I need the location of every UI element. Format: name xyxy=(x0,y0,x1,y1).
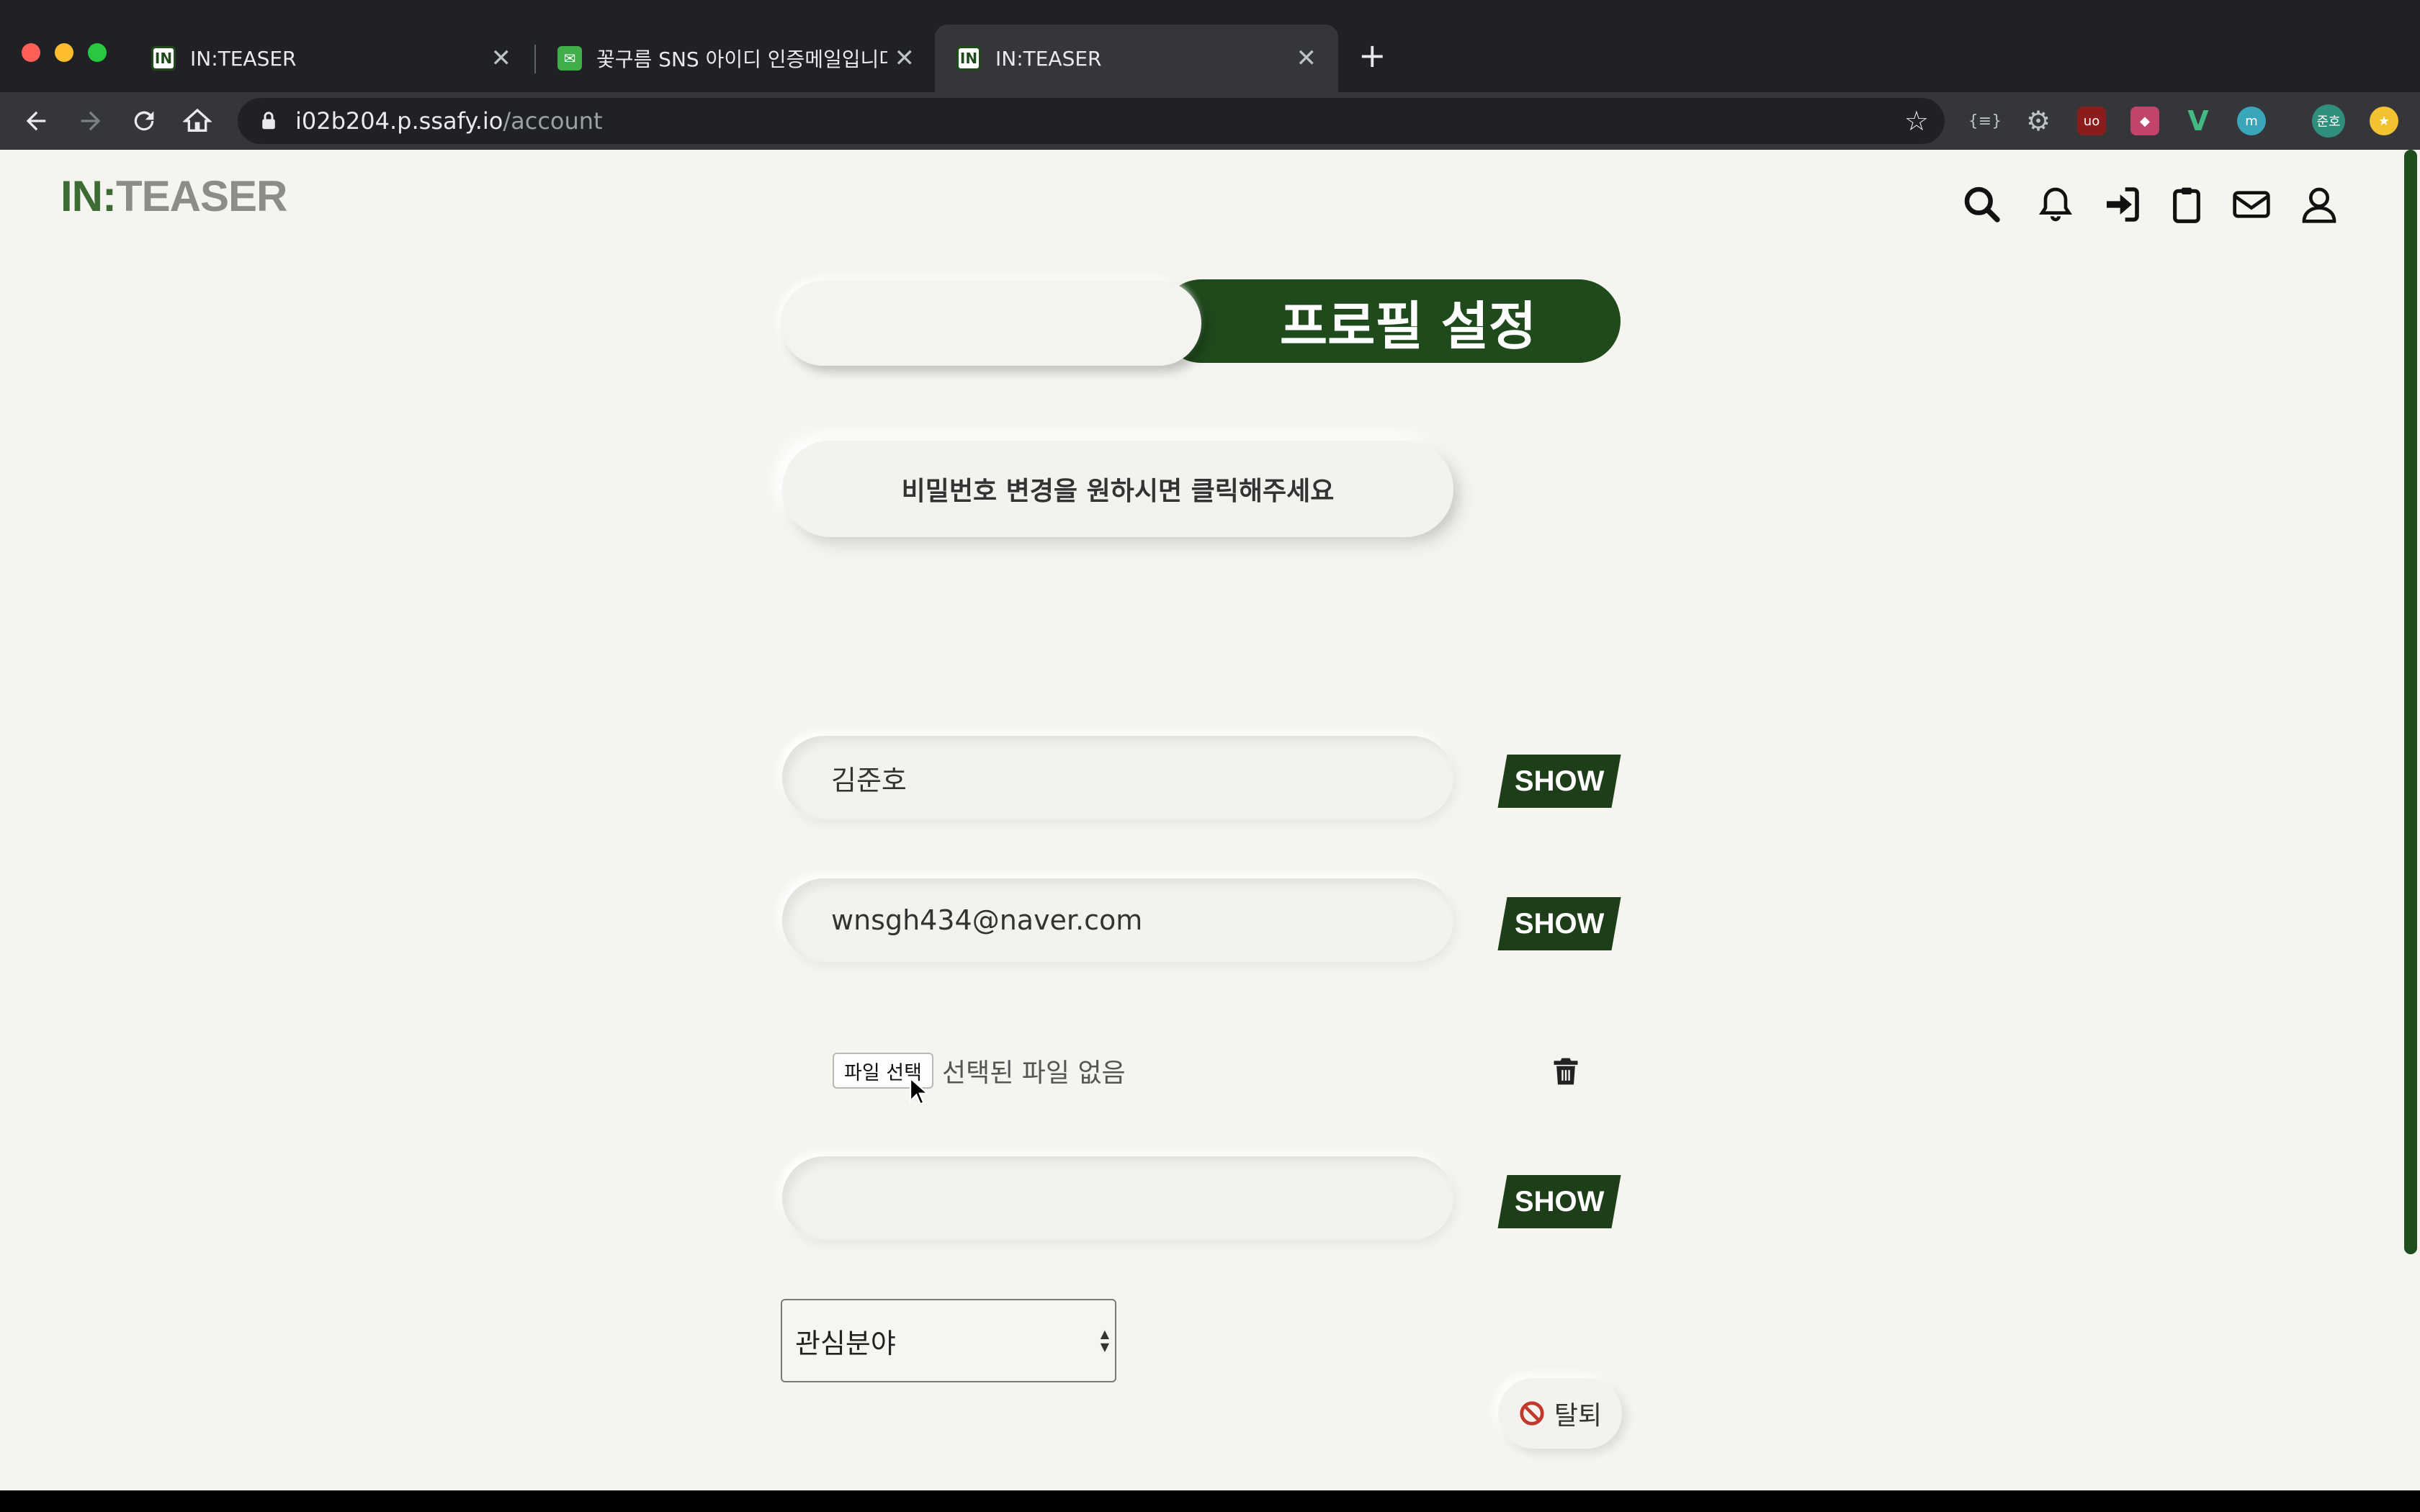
tab-title: IN:TEASER xyxy=(995,46,1102,71)
show-label: SHOW xyxy=(1514,907,1605,940)
bookmark-star-icon[interactable]: ☆ xyxy=(1904,105,1929,137)
ublock-icon[interactable]: uo xyxy=(2077,107,2106,135)
email-value: wnsgh434@naver.com xyxy=(831,904,1143,936)
logo-colon: : xyxy=(102,172,117,220)
select-arrows-icon: ▲ ▼ xyxy=(1100,1327,1109,1354)
page-scrollbar[interactable] xyxy=(2400,150,2420,1490)
home-button[interactable] xyxy=(176,99,219,143)
minimize-window-button[interactable] xyxy=(55,43,73,62)
name-value: 김준호 xyxy=(831,764,907,796)
show-label: SHOW xyxy=(1514,765,1605,797)
logo-in-text: IN xyxy=(60,172,103,220)
interest-select-value: 관심분야 xyxy=(795,1327,896,1359)
in-teaser-logo-icon: IN xyxy=(151,46,176,71)
page-title: 프로필 설정 xyxy=(1279,295,1537,356)
vue-devtools-icon[interactable]: V xyxy=(2184,105,2213,137)
browser-tab-3-active[interactable]: IN IN:TEASER ✕ xyxy=(935,24,1338,92)
browser-tab-bar: IN IN:TEASER ✕ ✉ 꽃구름 SNS 아이디 인증메일입니다. ✕ … xyxy=(0,0,2420,92)
forward-button[interactable] xyxy=(69,99,112,143)
home-icon xyxy=(183,108,212,132)
profile-image-file-input: 파일 선택 선택된 파일 없음 xyxy=(833,1053,1126,1089)
withdraw-label: 탈퇴 xyxy=(1554,1401,1603,1431)
tab-title: IN:TEASER xyxy=(190,46,297,71)
name-field[interactable]: 김준호 xyxy=(782,736,1453,819)
ban-icon xyxy=(1520,1401,1544,1426)
show-extra-button[interactable]: SHOW xyxy=(1497,1175,1621,1228)
gear-icon[interactable]: ⚙ xyxy=(2024,105,2053,137)
reload-icon xyxy=(134,111,154,131)
url-host: i02b204.p.ssafy.io xyxy=(295,107,503,135)
extension-cube-icon[interactable]: ◆ xyxy=(2130,107,2159,135)
show-email-button[interactable]: SHOW xyxy=(1497,897,1621,950)
user-icon[interactable] xyxy=(2293,179,2345,230)
reload-button[interactable] xyxy=(122,99,166,143)
bell-icon[interactable] xyxy=(2030,179,2081,230)
logo-teaser-text: TEASER xyxy=(115,172,287,220)
mail-icon: ✉ xyxy=(557,46,582,71)
extension-icon-1[interactable]: {≡} xyxy=(1968,107,2002,135)
url-text: i02b204.p.ssafy.io/account xyxy=(295,107,603,135)
profile-avatar[interactable]: 준호 xyxy=(2312,104,2345,138)
address-bar[interactable]: i02b204.p.ssafy.io/account ☆ xyxy=(238,98,1945,144)
interest-select[interactable]: 관심분야 ▲ ▼ xyxy=(781,1299,1116,1382)
search-icon[interactable] xyxy=(1956,179,2008,230)
banner-toggle-pill[interactable] xyxy=(781,281,1201,366)
in-teaser-logo-icon: IN xyxy=(956,46,981,71)
file-status-text: 선택된 파일 없음 xyxy=(941,1058,1126,1088)
sign-in-icon[interactable] xyxy=(2096,179,2148,230)
tab-title: 꽃구름 SNS 아이디 인증메일입니다. xyxy=(596,48,887,71)
show-name-button[interactable]: SHOW xyxy=(1497,755,1621,808)
extension-yellow-icon[interactable]: ★ xyxy=(2370,107,2398,135)
mouse-cursor-icon xyxy=(910,1077,928,1105)
extension-circle-icon[interactable]: m xyxy=(2237,107,2266,135)
maximize-window-button[interactable] xyxy=(88,43,107,62)
change-password-button[interactable]: 비밀번호 변경을 원하시면 클릭해주세요 xyxy=(782,441,1453,537)
lock-icon xyxy=(262,112,275,130)
scrollbar-thumb[interactable] xyxy=(2404,150,2417,1254)
close-window-button[interactable] xyxy=(22,43,40,62)
email-field[interactable]: wnsgh434@naver.com xyxy=(782,878,1453,962)
browser-toolbar: i02b204.p.ssafy.io/account ☆ {≡} ⚙ uo ◆ … xyxy=(0,92,2420,150)
arrow-left-icon xyxy=(26,111,46,131)
close-tab-icon[interactable]: ✕ xyxy=(1296,44,1317,73)
show-label: SHOW xyxy=(1514,1185,1605,1218)
extra-info-field[interactable] xyxy=(782,1156,1453,1240)
browser-tab-1[interactable]: IN IN:TEASER ✕ xyxy=(130,24,533,92)
profile-settings-banner: 프로필 설정 xyxy=(778,279,1621,367)
trash-icon[interactable] xyxy=(1550,1056,1582,1087)
close-tab-icon[interactable]: ✕ xyxy=(895,44,915,73)
clipboard-icon[interactable] xyxy=(2161,179,2213,230)
new-tab-button[interactable]: + xyxy=(1358,37,1386,73)
back-button[interactable] xyxy=(14,99,58,143)
page-content: IN:TEASER 프로필 설정 준호 비밀번호 변경을 원하시면 클릭해주세요… xyxy=(0,150,2420,1490)
url-path: /account xyxy=(503,107,603,135)
browser-tab-2[interactable]: ✉ 꽃구름 SNS 아이디 인증메일입니다. ✕ xyxy=(536,24,936,92)
close-tab-icon[interactable]: ✕ xyxy=(491,44,512,73)
site-logo[interactable]: IN:TEASER xyxy=(60,171,287,221)
arrow-right-icon xyxy=(81,111,101,131)
envelope-icon[interactable] xyxy=(2226,179,2277,230)
withdraw-button[interactable]: 탈퇴 xyxy=(1498,1378,1622,1449)
